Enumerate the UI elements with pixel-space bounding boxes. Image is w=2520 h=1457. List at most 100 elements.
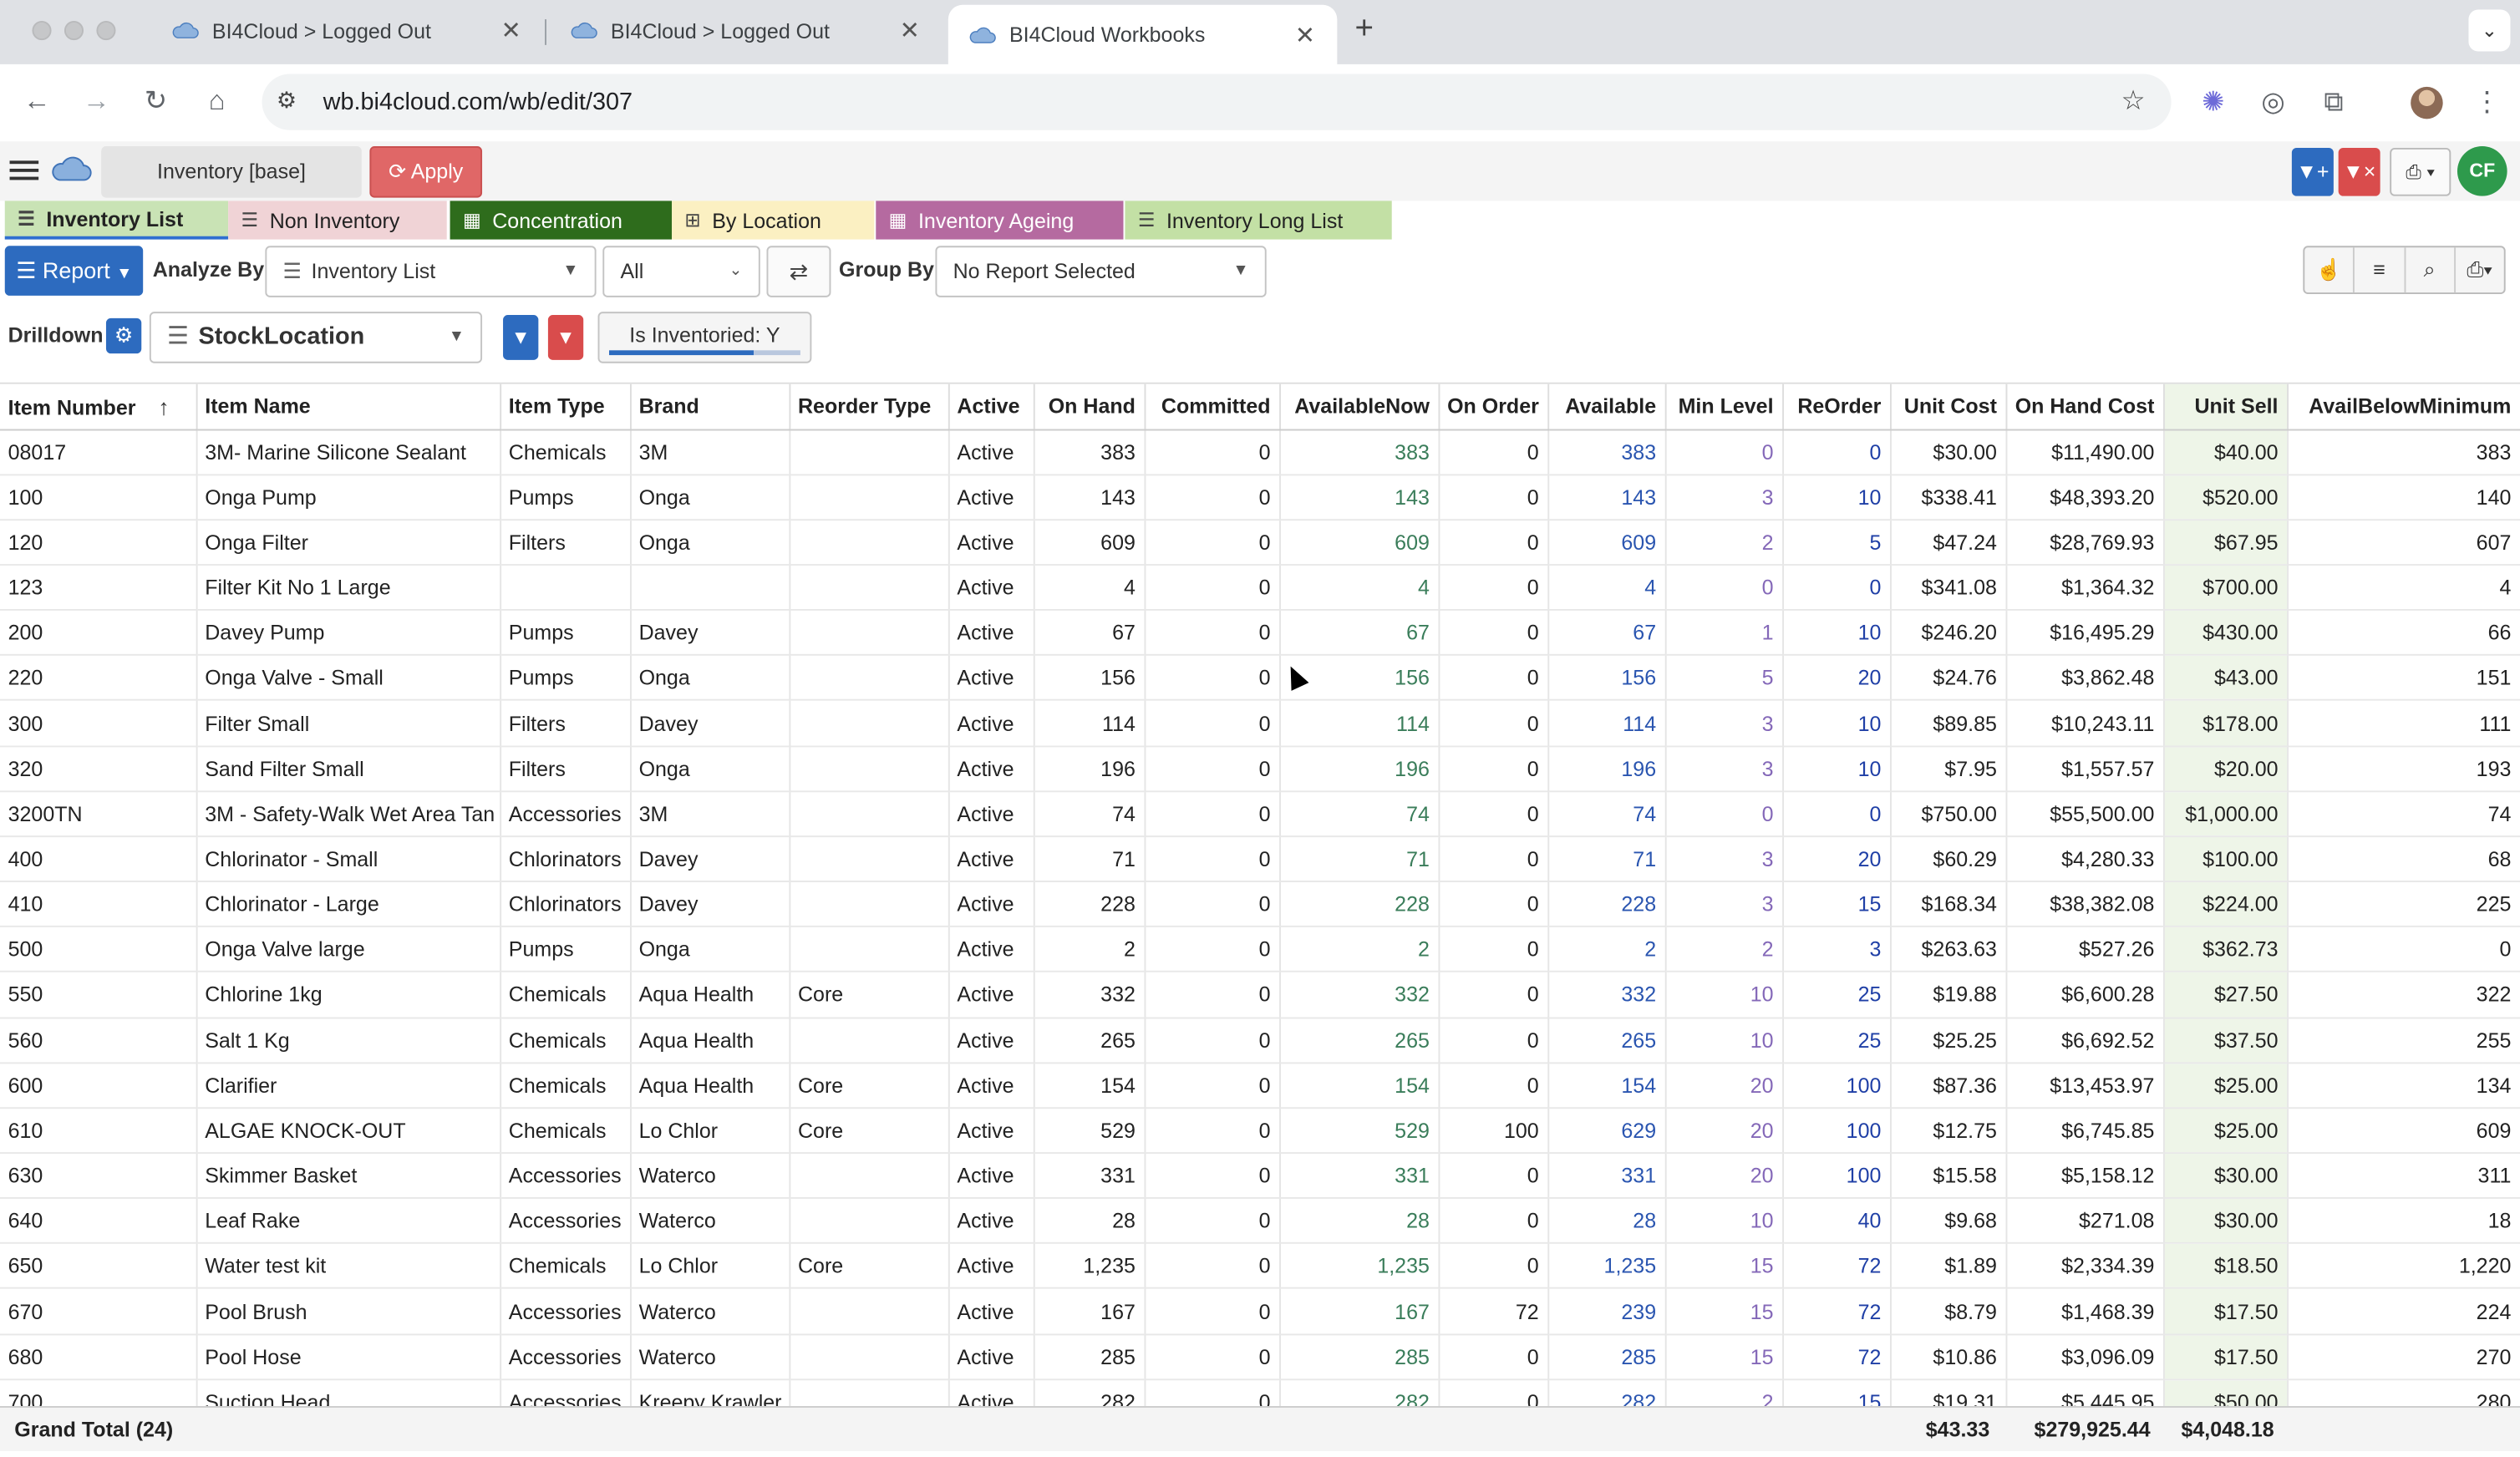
table-cell: $30.00 bbox=[2162, 1153, 2289, 1200]
table-row[interactable]: 100 Onga Pump Pumps Onga Active 143 0 143 0 143 3 1… bbox=[0, 474, 2520, 520]
column-header[interactable]: ReOrder bbox=[1782, 383, 1891, 430]
column-header[interactable]: AvailBelowMinimum bbox=[2287, 383, 2520, 430]
site-info-icon[interactable]: ⚙ bbox=[277, 87, 297, 114]
extensions-puzzle-icon[interactable]: ⧉ bbox=[2324, 87, 2343, 119]
home-icon[interactable]: ⌂ bbox=[200, 85, 235, 117]
table-cell: Filter Kit No 1 Large bbox=[196, 565, 501, 612]
window-zoom-button[interactable] bbox=[96, 21, 116, 41]
table-row[interactable]: 220 Onga Valve - Small Pumps Onga Active 156 0… bbox=[0, 655, 2520, 702]
drilldown-add-filter-button[interactable]: ▼ bbox=[503, 315, 539, 360]
table-row[interactable]: 300 Filter Small Filters Davey Active 114 0 114… bbox=[0, 700, 2520, 747]
back-icon[interactable]: ← bbox=[19, 85, 54, 117]
table-cell: 1,220 bbox=[2287, 1243, 2520, 1290]
tab-by-location[interactable]: ⊞ By Location bbox=[672, 201, 875, 240]
column-header[interactable]: Active bbox=[948, 383, 1034, 430]
table-row[interactable]: 550 Chlorine 1kg Chemicals Aqua Health Core A… bbox=[0, 972, 2520, 1018]
table-row[interactable]: 3200TN 3M - Safety-Walk Wet Area Tan Acces… bbox=[0, 790, 2520, 837]
table-cell: 0 bbox=[1144, 1243, 1281, 1290]
table-row[interactable]: 400 Chlorinator - Small Chlorinators Davey A… bbox=[0, 835, 2520, 883]
swap-button[interactable]: ⇄ bbox=[766, 246, 831, 297]
drilldown-settings-button[interactable]: ⚙ bbox=[105, 317, 142, 354]
table-row[interactable]: 670 Pool Brush Accessories Waterco Active 167… bbox=[0, 1288, 2520, 1335]
clear-filter-button[interactable]: ▼× bbox=[2338, 147, 2380, 196]
table-row[interactable]: 123 Filter Kit No 1 Large Active 4 0 4 0 4 0 0 $34… bbox=[0, 565, 2520, 612]
table-cell: 0 bbox=[1782, 565, 1891, 612]
column-header[interactable]: Brand bbox=[630, 383, 790, 430]
column-header[interactable]: Available bbox=[1547, 383, 1666, 430]
table-row[interactable]: 680 Pool Hose Accessories Waterco Active 285 0… bbox=[0, 1333, 2520, 1380]
tab-inventory-list[interactable]: ☰ Inventory List bbox=[4, 201, 229, 240]
table-row[interactable]: 650 Water test kit Chemicals Lo Chlor Core Ac… bbox=[0, 1243, 2520, 1290]
drilldown-select[interactable]: ☰ StockLocation ▼ bbox=[149, 312, 483, 363]
column-header[interactable]: Item Number ↑ bbox=[0, 383, 197, 430]
table-row[interactable]: 640 Leaf Rake Accessories Waterco Active 28 0 2… bbox=[0, 1198, 2520, 1245]
forward-icon[interactable]: → bbox=[79, 85, 114, 117]
report-menu-button[interactable]: ☰ Report ▼ bbox=[4, 246, 144, 296]
table-row[interactable]: 200 Davey Pump Pumps Davey Active 67 0 67 0 67 1 10… bbox=[0, 610, 2520, 657]
sort-lines-icon[interactable]: ≡ bbox=[2355, 247, 2406, 293]
column-header-label: Reorder Type bbox=[798, 393, 932, 419]
new-tab-icon[interactable]: + bbox=[1354, 11, 1373, 48]
bookmark-star-icon[interactable]: ☆ bbox=[2121, 85, 2145, 117]
extension-shield-icon[interactable]: ◎ bbox=[2261, 87, 2285, 119]
close-tab-icon[interactable]: ✕ bbox=[897, 16, 922, 45]
table-cell: 15 bbox=[1664, 1243, 1784, 1290]
column-header[interactable]: Unit Cost bbox=[1890, 383, 2007, 430]
browser-tab-active[interactable]: BI4Cloud Workbooks ✕ bbox=[948, 4, 1338, 64]
column-header[interactable]: On Hand Cost bbox=[2005, 383, 2164, 430]
apply-button[interactable]: ⟳ Apply bbox=[369, 146, 483, 198]
table-cell: Lo Chlor bbox=[630, 1107, 790, 1155]
table-row[interactable]: 600 Clarifier Chemicals Aqua Health Core Acti… bbox=[0, 1062, 2520, 1109]
user-avatar[interactable]: CF bbox=[2456, 146, 2507, 196]
tab-non-inventory[interactable]: ☰ Non Inventory bbox=[228, 201, 447, 240]
column-header[interactable]: Committed bbox=[1144, 383, 1281, 430]
column-header[interactable]: Item Type bbox=[500, 383, 631, 430]
column-header[interactable]: Reorder Type bbox=[789, 383, 949, 430]
table-row[interactable]: 630 Skimmer Basket Accessories Waterco Activ… bbox=[0, 1153, 2520, 1200]
table-row[interactable]: 120 Onga Filter Filters Onga Active 609 0 609 0 6… bbox=[0, 519, 2520, 566]
print-dropdown[interactable]: ⎙ ▾ bbox=[2390, 147, 2451, 196]
reload-icon[interactable]: ↻ bbox=[138, 85, 173, 117]
table-row[interactable]: 560 Salt 1 Kg Chemicals Aqua Health Active 26… bbox=[0, 1017, 2520, 1064]
window-minimize-button[interactable] bbox=[64, 21, 84, 41]
address-bar[interactable]: ⚙ wb.bi4cloud.com/wb/edit/307 ☆ bbox=[262, 74, 2172, 130]
analyze-by-select[interactable]: ☰ Inventory List ▼ bbox=[265, 246, 597, 297]
sort-ascending-icon[interactable]: ↑ bbox=[158, 393, 169, 419]
tab-inventory-ageing[interactable]: ▦ Inventory Ageing bbox=[876, 201, 1124, 240]
group-by-select[interactable]: No Report Selected ▼ bbox=[935, 246, 1267, 297]
tab-search-chevron-icon[interactable]: ⌄ bbox=[2468, 9, 2511, 52]
table-row[interactable]: 610 ALGAE KNOCK-OUT Chemicals Lo Chlor Core A… bbox=[0, 1107, 2520, 1155]
table-row[interactable]: 08017 3M- Marine Silicone Sealant Chemical… bbox=[0, 429, 2520, 475]
column-header[interactable]: Min Level bbox=[1664, 383, 1784, 430]
column-header[interactable]: Item Name bbox=[196, 383, 501, 430]
profile-avatar[interactable] bbox=[2411, 86, 2443, 119]
window-close-button[interactable] bbox=[32, 21, 52, 41]
table-row[interactable]: 320 Sand Filter Small Filters Onga Active 196… bbox=[0, 745, 2520, 792]
column-header[interactable]: AvailableNow bbox=[1279, 383, 1440, 430]
table-row[interactable]: 410 Chlorinator - Large Chlorinators Davey A… bbox=[0, 881, 2520, 928]
browser-tab-1[interactable]: BI4Cloud > Logged Out ✕ bbox=[151, 3, 543, 58]
workbook-name[interactable]: Inventory [base] bbox=[101, 146, 362, 198]
close-tab-icon[interactable]: ✕ bbox=[1292, 20, 1318, 49]
table-row[interactable]: 500 Onga Valve large Pumps Onga Active 2 0 2 0 2 2… bbox=[0, 926, 2520, 973]
search-icon[interactable]: ⌕ bbox=[2405, 247, 2456, 293]
drilldown-clear-filter-button[interactable]: ▼ bbox=[547, 315, 584, 360]
tab-inventory-long-list[interactable]: ☰ Inventory Long List bbox=[1125, 201, 1392, 240]
table-row[interactable]: 700 Suction Head Accessories Kreepy Krawler… bbox=[0, 1378, 2520, 1407]
table-cell: $4,280.33 bbox=[2005, 835, 2164, 883]
pointer-icon[interactable]: ☝ bbox=[2304, 247, 2355, 293]
column-header[interactable]: On Hand bbox=[1033, 383, 1146, 430]
extension-sparkle-icon[interactable]: ✺ bbox=[2202, 87, 2224, 119]
tab-concentration[interactable]: ▦ Concentration bbox=[450, 201, 673, 240]
menu-hamburger-icon[interactable] bbox=[9, 156, 39, 185]
add-filter-button[interactable]: ▼+ bbox=[2291, 147, 2334, 196]
column-header[interactable]: On Order bbox=[1438, 383, 1549, 430]
browser-tab-2[interactable]: BI4Cloud > Logged Out ✕ bbox=[550, 3, 942, 58]
close-tab-icon[interactable]: ✕ bbox=[498, 16, 524, 45]
browser-menu-icon[interactable]: ⋮ bbox=[2473, 87, 2501, 119]
filter-chip-is-inventoried[interactable]: Is Inventoried: Y bbox=[597, 312, 812, 363]
print-menu-icon[interactable]: ⎙▾ bbox=[2456, 247, 2504, 292]
scope-select[interactable]: All ⌄ bbox=[602, 246, 760, 297]
column-header[interactable]: Unit Sell bbox=[2162, 383, 2289, 430]
column-header-label: Unit Sell bbox=[2194, 393, 2279, 419]
